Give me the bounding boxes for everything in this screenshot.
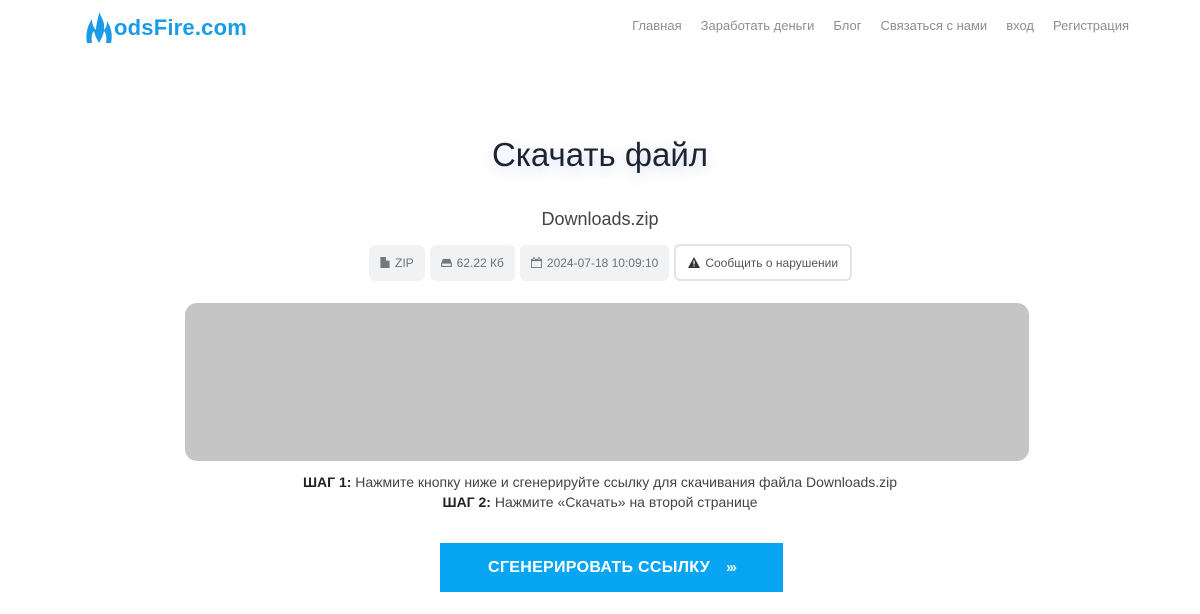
nav-register[interactable]: Регистрация	[1053, 18, 1129, 33]
report-abuse-label: Сообщить о нарушении	[705, 255, 839, 270]
file-date-label: 2024-07-18 10:09:10	[546, 255, 659, 270]
hdd-icon	[440, 258, 452, 267]
warning-icon	[688, 257, 701, 268]
step-2-label: ШАГ 2:	[442, 494, 491, 510]
step-2-text: Нажмите «Скачать» на второй странице	[490, 494, 758, 510]
file-icon	[380, 257, 390, 268]
nav-contact[interactable]: Связаться с нами	[881, 18, 988, 33]
step-2: ШАГ 2: Нажмите «Скачать» на второй стран…	[0, 492, 1200, 512]
page-title: Скачать файл	[491, 136, 709, 173]
step-1-text: Нажмите кнопку ниже и сгенерируйте ссылк…	[351, 474, 898, 490]
nav-login[interactable]: вход	[1006, 18, 1034, 33]
calendar-icon	[530, 257, 542, 268]
nav-blog[interactable]: Блог	[833, 18, 861, 33]
header: odsFire.com Главная Заработать деньги Бл…	[0, 0, 1200, 60]
flame-m-logo-icon	[86, 12, 112, 43]
file-type-label: ZIP	[395, 255, 414, 270]
step-1: ШАГ 1: Нажмите кнопку ниже и сгенерируйт…	[0, 472, 1200, 492]
step-1-label: ШАГ 1:	[302, 474, 352, 490]
download-steps: ШАГ 1: Нажмите кнопку ниже и сгенерируйт…	[0, 472, 1200, 512]
file-date-badge: 2024-07-18 10:09:10	[519, 244, 670, 281]
chevrons-right-icon: ›››	[725, 559, 737, 576]
generate-link-label: СГЕНЕРИРОВАТЬ ССЫЛКУ	[488, 558, 710, 576]
file-type-badge: ZIP	[369, 244, 425, 281]
ad-placeholder	[185, 303, 1029, 461]
site-logo[interactable]: odsFire.com	[84, 10, 247, 46]
logo-text: odsFire.com	[114, 15, 248, 40]
file-size-badge: 62.22 Кб	[429, 244, 515, 281]
file-name: Downloads.zip	[541, 209, 659, 229]
generate-link-button[interactable]: СГЕНЕРИРОВАТЬ ССЫЛКУ ›››	[440, 543, 783, 592]
nav-home[interactable]: Главная	[632, 18, 681, 33]
file-size-label: 62.22 Кб	[456, 255, 504, 270]
main-nav: Главная Заработать деньги Блог Связаться…	[632, 18, 1129, 33]
nav-earn-money[interactable]: Заработать деньги	[701, 18, 815, 33]
page: odsFire.com Главная Заработать деньги Бл…	[0, 0, 1200, 614]
file-info-badges: ZIP 62.22 Кб 2024-07-18 10:09:10 Сообщит…	[369, 244, 853, 281]
report-abuse-button[interactable]: Сообщить о нарушении	[674, 244, 853, 281]
